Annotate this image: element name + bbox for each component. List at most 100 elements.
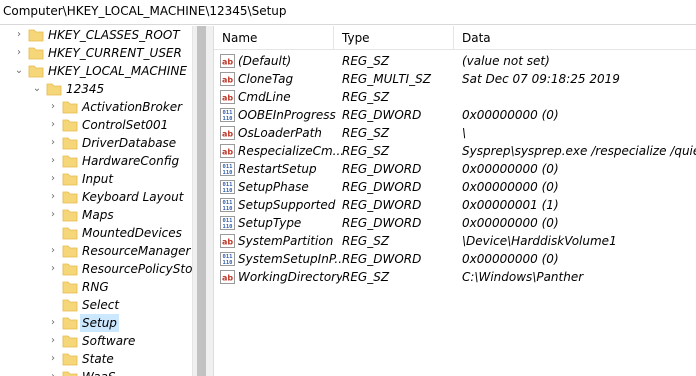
chevron-right-icon[interactable]: › [14, 47, 24, 59]
folder-icon [62, 281, 78, 294]
value-type: REG_SZ [342, 90, 390, 104]
chevron-right-icon[interactable]: › [48, 245, 58, 257]
chevron-right-icon[interactable]: › [48, 137, 58, 149]
svg-text:110: 110 [223, 260, 233, 266]
chevron-down-icon[interactable]: ⌄ [32, 83, 42, 95]
chevron-right-icon[interactable]: › [48, 317, 58, 329]
value-name: CloneTag [238, 72, 294, 86]
chevron-right-icon[interactable]: › [48, 371, 58, 376]
tree-item[interactable]: › WaaS [0, 368, 192, 376]
tree-item-label: Input [82, 172, 114, 186]
tree-item-label: Setup [80, 314, 119, 332]
svg-text:ab: ab [222, 238, 233, 247]
chevron-down-icon[interactable]: ⌄ [14, 65, 24, 77]
value-type: REG_DWORD [342, 252, 422, 266]
tree-item[interactable]: › ActivationBroker [0, 98, 192, 116]
folder-icon [62, 101, 78, 114]
tree-item[interactable]: › Keyboard Layout [0, 188, 192, 206]
string-value-icon: ab [220, 90, 235, 104]
column-header-data[interactable]: Data [454, 26, 696, 50]
tree-item[interactable]: RNG [0, 278, 192, 296]
tree-item[interactable]: › HKEY_CURRENT_USER [0, 44, 192, 62]
value-name: WorkingDirectory [238, 270, 342, 284]
chevron-right-icon[interactable]: › [48, 209, 58, 221]
chevron-right-icon[interactable]: › [48, 263, 58, 275]
tree-item-label: DriverDatabase [82, 136, 177, 150]
value-row[interactable]: 011 110 SystemSetupInP... REG_DWORD 0x000000… [214, 250, 696, 268]
value-name: SetupPhase [238, 180, 309, 194]
folder-icon [62, 299, 78, 312]
tree-item[interactable]: › DriverDatabase [0, 134, 192, 152]
svg-text:ab: ab [222, 76, 233, 85]
chevron-right-icon[interactable]: › [48, 119, 58, 131]
value-data: Sysprep\sysprep.exe /respecialize /quiet [462, 144, 696, 158]
value-row[interactable]: ab CloneTag REG_MULTI_SZ Sat Dec 07 09:18:2… [214, 70, 696, 88]
value-type: REG_DWORD [342, 162, 422, 176]
values-list[interactable]: Name Type Data ab (Default) REG_SZ (value n… [214, 26, 696, 376]
tree-item[interactable]: ⌄ HKEY_LOCAL_MACHINE [0, 62, 192, 80]
chevron-right-icon[interactable]: › [48, 155, 58, 167]
chevron-right-icon[interactable] [48, 227, 58, 239]
value-row[interactable]: 011 110 SetupSupported REG_DWORD 0x00000001 … [214, 196, 696, 214]
folder-icon [28, 29, 44, 42]
tree-item[interactable]: › Setup [0, 314, 192, 332]
folder-icon [62, 119, 78, 132]
string-value-icon: ab [220, 270, 235, 284]
tree-scrollbar-thumb[interactable] [197, 26, 206, 376]
tree-scrollbar[interactable] [192, 26, 209, 376]
tree-item[interactable]: › Maps [0, 206, 192, 224]
string-value-icon: ab [220, 234, 235, 248]
string-value-icon: ab [220, 72, 235, 86]
address-bar[interactable]: Computer\HKEY_LOCAL_MACHINE\12345\Setup [0, 0, 696, 25]
tree-item[interactable]: ⌄ 12345 [0, 80, 192, 98]
chevron-right-icon[interactable]: › [48, 101, 58, 113]
tree-item[interactable]: Select [0, 296, 192, 314]
tree-item[interactable]: › HardwareConfig [0, 152, 192, 170]
column-header-name[interactable]: Name [214, 26, 334, 50]
value-row[interactable]: 011 110 SetupPhase REG_DWORD 0x00000000 (0) [214, 178, 696, 196]
value-row[interactable]: ab WorkingDirectory REG_SZ C:\Windows\Panth… [214, 268, 696, 286]
folder-icon [62, 191, 78, 204]
value-data: 0x00000000 (0) [462, 180, 559, 194]
tree-item-label: Select [82, 298, 120, 312]
value-type: REG_DWORD [342, 180, 422, 194]
tree-item[interactable]: › Software [0, 332, 192, 350]
tree-item[interactable]: › ResourceManager [0, 242, 192, 260]
value-name: CmdLine [238, 90, 291, 104]
tree-item-label: ControlSet001 [82, 118, 169, 132]
tree-item[interactable]: › State [0, 350, 192, 368]
value-row[interactable]: ab CmdLine REG_SZ [214, 88, 696, 106]
folder-icon [62, 137, 78, 150]
column-header-type[interactable]: Type [334, 26, 454, 50]
value-name: SystemSetupInP... [238, 252, 342, 266]
tree-item-label: RNG [82, 280, 109, 294]
chevron-right-icon[interactable]: › [48, 335, 58, 347]
value-row[interactable]: 011 110 SetupType REG_DWORD 0x00000000 (0) [214, 214, 696, 232]
chevron-right-icon[interactable]: › [48, 173, 58, 185]
value-row[interactable]: ab (Default) REG_SZ (value not set) [214, 52, 696, 70]
tree-item[interactable]: › ResourcePolicyStore [0, 260, 205, 278]
value-data: 0x00000000 (0) [462, 252, 559, 266]
chevron-right-icon[interactable] [48, 299, 58, 311]
tree-item-label: HKEY_CURRENT_USER [48, 46, 182, 60]
tree-item[interactable]: › HKEY_CLASSES_ROOT [0, 26, 192, 44]
value-type: REG_DWORD [342, 108, 422, 122]
tree-item[interactable]: MountedDevices [0, 224, 192, 242]
value-data: C:\Windows\Panther [462, 270, 584, 284]
tree-item-label: HKEY_CLASSES_ROOT [48, 28, 180, 42]
chevron-right-icon[interactable] [48, 281, 58, 293]
value-row[interactable]: ab RespecializeCm... REG_SZ Sysprep\sysprep… [214, 142, 696, 160]
value-row[interactable]: ab OsLoaderPath REG_SZ \ [214, 124, 696, 142]
tree-item[interactable]: › ControlSet001 [0, 116, 192, 134]
value-row[interactable]: 011 110 RestartSetup REG_DWORD 0x00000000 (0… [214, 160, 696, 178]
value-row[interactable]: ab SystemPartition REG_SZ \Device\HarddiskV… [214, 232, 696, 250]
tree-item[interactable]: › Input [0, 170, 192, 188]
chevron-right-icon[interactable]: › [48, 353, 58, 365]
registry-key-tree[interactable]: › HKEY_CLASSES_ROOT › HKEY_CURRENT_USER ⌄ HKE… [0, 26, 208, 376]
chevron-right-icon[interactable]: › [48, 191, 58, 203]
chevron-right-icon[interactable]: › [14, 29, 24, 41]
value-row[interactable]: 011 110 OOBEInProgress REG_DWORD 0x00000000 … [214, 106, 696, 124]
svg-text:ab: ab [222, 274, 233, 283]
folder-icon [62, 173, 78, 186]
folder-icon [46, 83, 62, 96]
